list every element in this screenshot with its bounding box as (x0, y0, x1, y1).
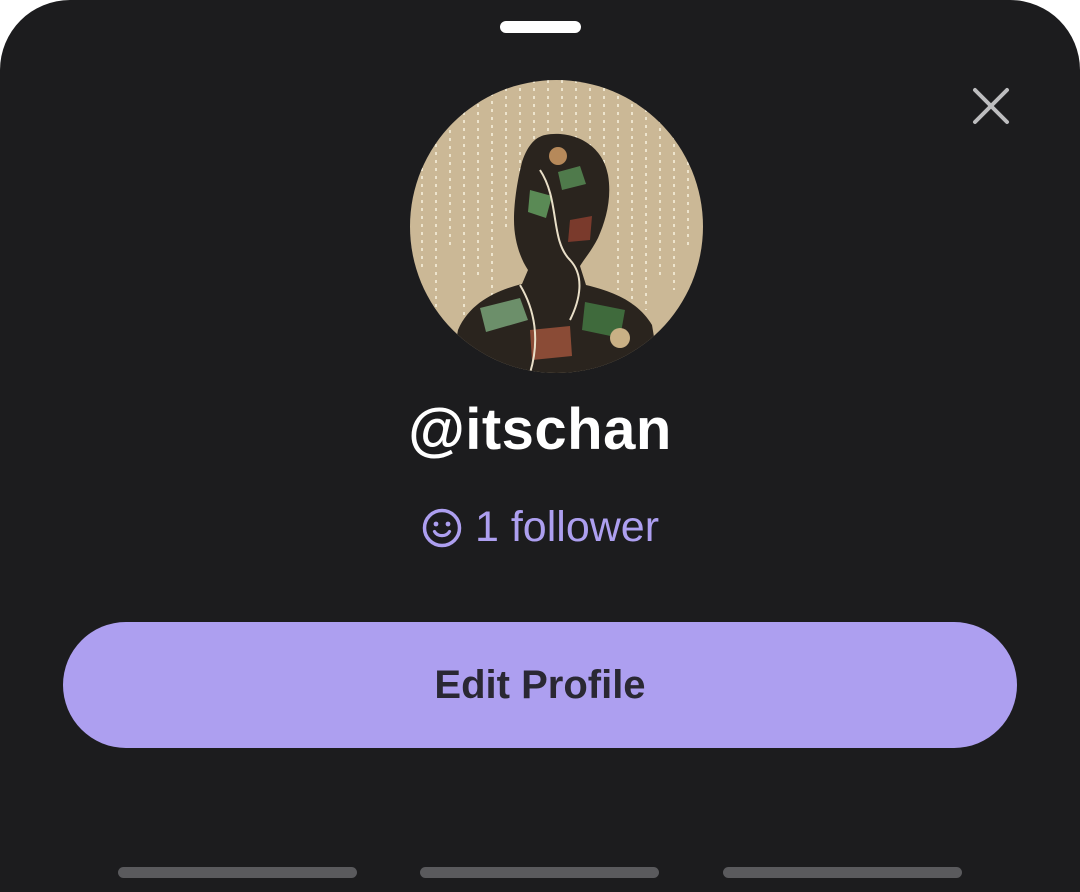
tab-indicator-1[interactable] (118, 867, 357, 878)
sheet-grabber-handle[interactable] (500, 21, 581, 33)
followers-count-link[interactable]: 1 follower (0, 503, 1080, 552)
smiley-face-icon (422, 508, 462, 547)
profile-avatar[interactable] (410, 80, 703, 373)
followers-label: 1 follower (474, 503, 660, 551)
tab-indicator-2[interactable] (420, 867, 659, 878)
close-icon (973, 88, 1009, 124)
edit-profile-button[interactable]: Edit Profile (63, 622, 1017, 748)
profile-username: @itschan (408, 397, 672, 462)
profile-sheet: @itschan 1 follower Edit Profile (0, 0, 1080, 892)
close-button[interactable] (960, 78, 1022, 134)
tab-indicator-3[interactable] (723, 867, 962, 878)
